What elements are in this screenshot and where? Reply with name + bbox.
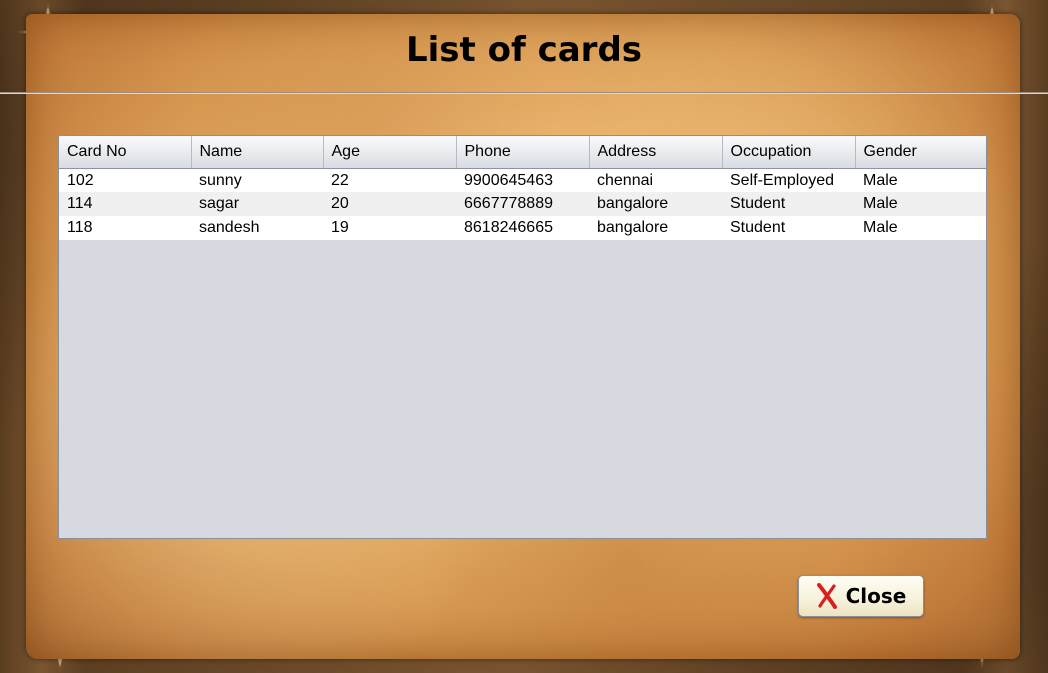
- column-header-address[interactable]: Address: [589, 136, 723, 169]
- cell-age: 20: [323, 192, 456, 216]
- table-row[interactable]: 114 sagar 20 6667778889 bangalore Studen…: [59, 192, 986, 216]
- column-header-occupation[interactable]: Occupation: [722, 136, 856, 169]
- page-title: List of cards: [405, 30, 643, 70]
- cell-name: sandesh: [191, 216, 323, 240]
- cell-phone: 9900645463: [456, 168, 589, 192]
- cell-name: sunny: [191, 168, 323, 192]
- column-header-name[interactable]: Name: [191, 136, 324, 169]
- table-header-row: Card No Name Age Phone Address Occupatio…: [59, 136, 986, 169]
- cell-age: 19: [323, 216, 456, 240]
- cards-table-panel[interactable]: Card No Name Age Phone Address Occupatio…: [58, 135, 987, 539]
- cell-phone: 6667778889: [456, 192, 589, 216]
- column-header-age[interactable]: Age: [323, 136, 457, 169]
- close-x-icon: [816, 583, 837, 609]
- cell-occupation: Student: [722, 216, 855, 240]
- cell-address: chennai: [589, 168, 722, 192]
- cards-table: Card No Name Age Phone Address Occupatio…: [59, 136, 986, 240]
- column-header-phone[interactable]: Phone: [456, 136, 590, 169]
- cell-gender: Male: [855, 192, 986, 216]
- cell-address: bangalore: [589, 192, 722, 216]
- title-divider: [0, 92, 1048, 93]
- cell-occupation: Self-Employed: [722, 168, 855, 192]
- cell-age: 22: [323, 168, 456, 192]
- close-button-label: Close: [845, 584, 907, 608]
- cell-gender: Male: [855, 168, 986, 192]
- cell-occupation: Student: [722, 192, 855, 216]
- close-button[interactable]: Close: [798, 575, 924, 617]
- cell-gender: Male: [855, 216, 986, 240]
- cell-phone: 8618246665: [456, 216, 589, 240]
- cards-list-window: List of cards Card No Name Age Phone Add…: [0, 0, 1048, 673]
- table-row[interactable]: 118 sandesh 19 8618246665 bangalore Stud…: [59, 216, 986, 240]
- table-row[interactable]: 102 sunny 22 9900645463 chennai Self-Emp…: [59, 168, 986, 192]
- column-header-card-no[interactable]: Card No: [59, 136, 192, 169]
- cell-card-no: 114: [59, 192, 191, 216]
- cell-name: sagar: [191, 192, 323, 216]
- cell-address: bangalore: [589, 216, 722, 240]
- cell-card-no: 118: [59, 216, 191, 240]
- column-header-gender[interactable]: Gender: [855, 136, 986, 169]
- cell-card-no: 102: [59, 168, 191, 192]
